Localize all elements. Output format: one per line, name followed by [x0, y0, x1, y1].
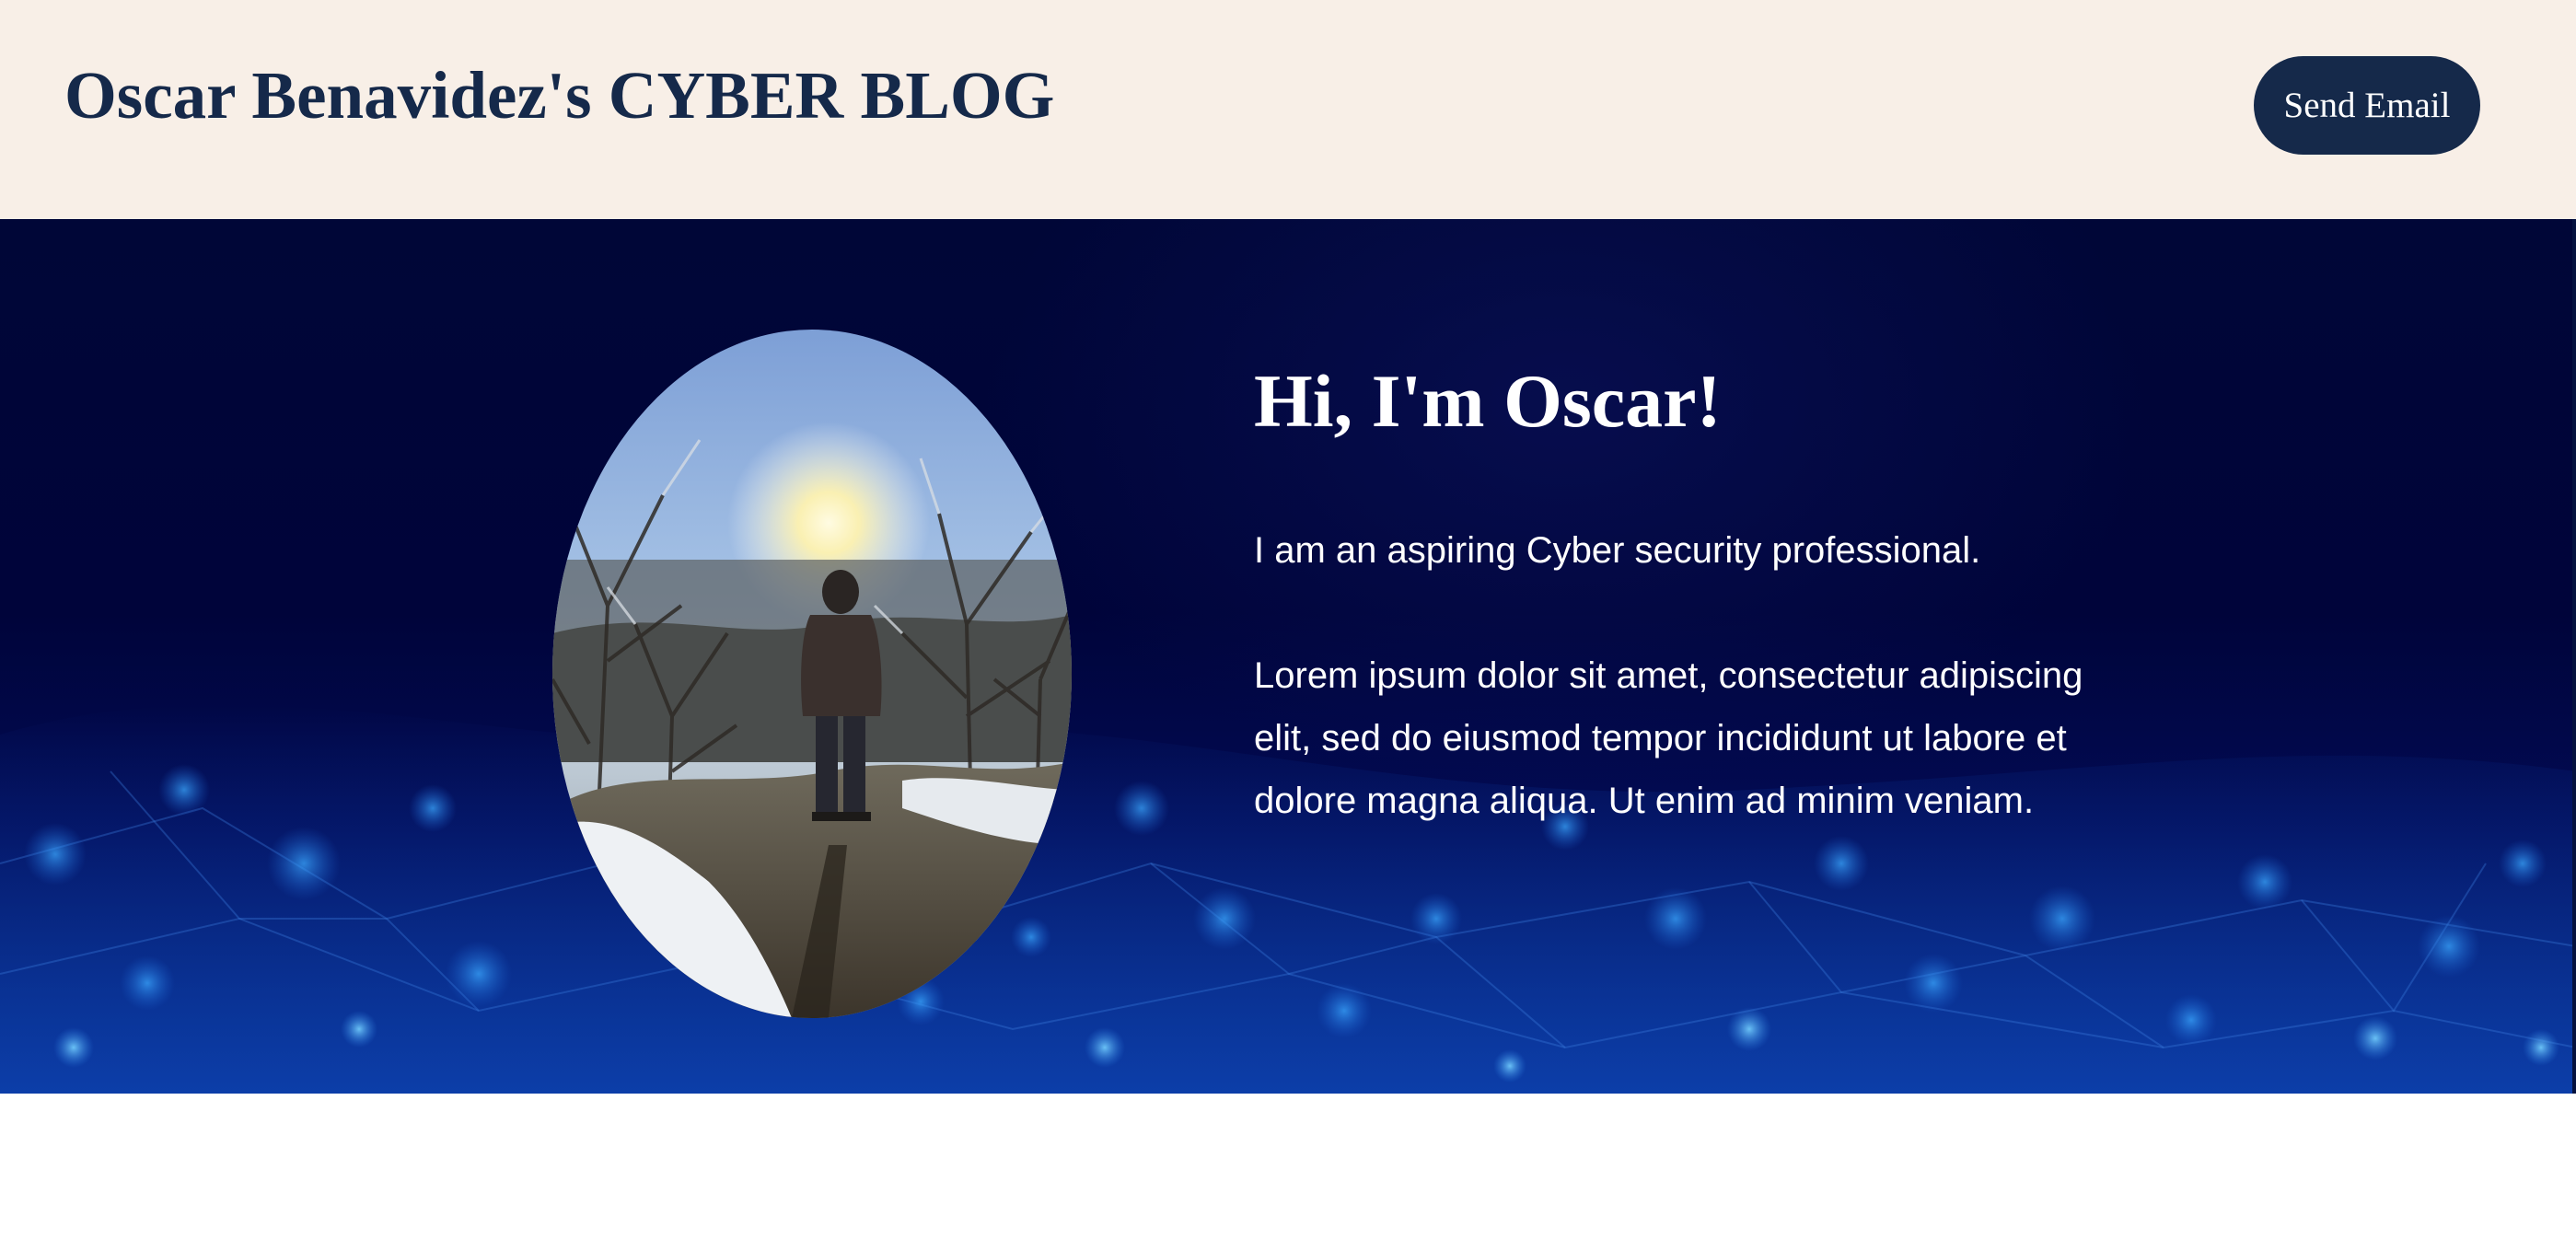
person-in-snowy-woods-photo-icon: [552, 330, 1072, 1018]
portrait-photo: [552, 330, 1072, 1018]
hero-heading: Hi, I'm Oscar!: [1254, 359, 1722, 443]
site-title: Oscar Benavidez's CYBER BLOG: [64, 58, 1055, 133]
send-email-button[interactable]: Send Email: [2254, 56, 2480, 155]
hero-section: Hi, I'm Oscar! I am an aspiring Cyber se…: [0, 219, 2576, 1094]
hero-right-edge: [2572, 219, 2576, 1094]
hero-body-text: Lorem ipsum dolor sit amet, consectetur …: [1254, 655, 2083, 821]
hero-tagline: I am an aspiring Cyber security professi…: [1254, 530, 1981, 571]
site-header: Oscar Benavidez's CYBER BLOG Send Email: [0, 0, 2576, 219]
